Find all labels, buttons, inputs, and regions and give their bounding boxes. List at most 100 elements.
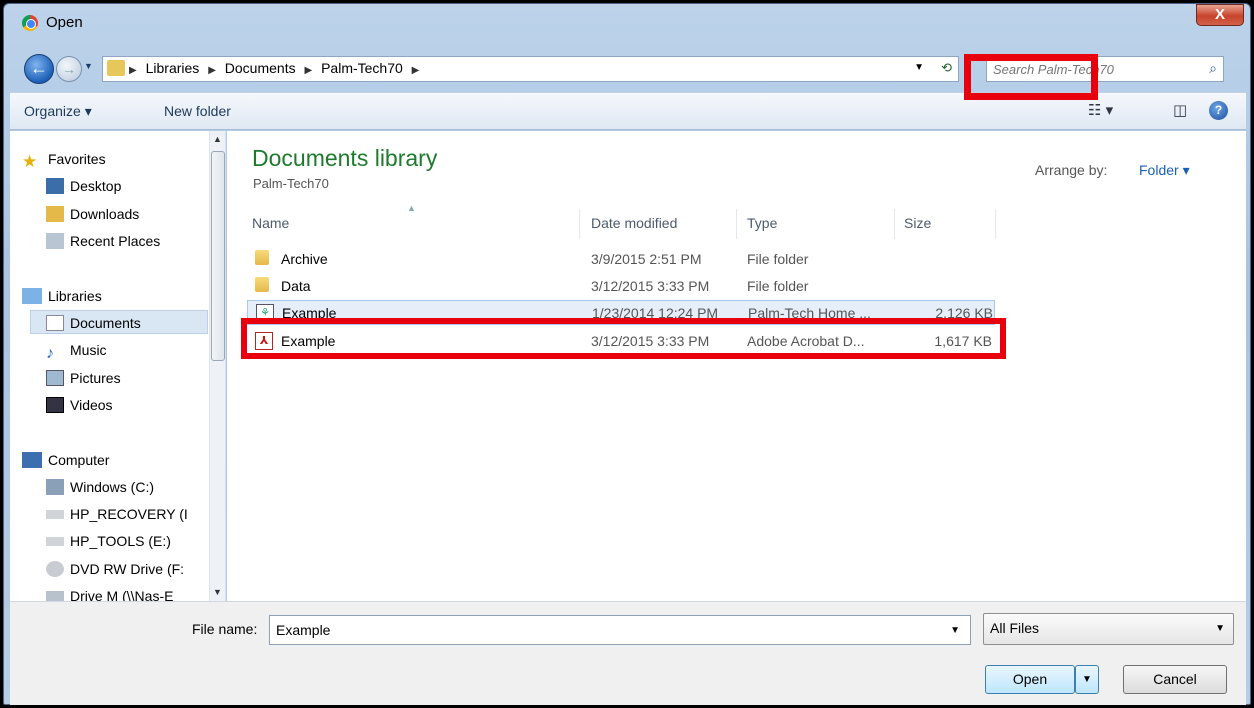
file-name-field[interactable]: ▼ [269,615,971,645]
column-divider[interactable] [579,209,580,239]
breadcrumb-separator[interactable]: ▶ [208,65,216,76]
column-header-date[interactable]: Date modified [591,215,677,231]
file-name: Example [282,305,337,321]
documents-icon [46,315,64,331]
file-size: 2,126 KB [935,305,993,321]
file-name-input[interactable] [276,622,916,638]
open-options-dropdown[interactable]: ▼ [1075,665,1099,694]
highlight-box-open-button [964,54,1098,100]
nav-videos[interactable]: Videos [46,397,113,413]
folder-icon [255,250,269,265]
file-type: Adobe Acrobat D... [747,333,865,349]
address-bar[interactable]: ▶ Libraries ▶ Documents ▶ Palm-Tech70 ▶ … [102,56,959,82]
open-dialog: Open X ← → ▼ ▶ Libraries ▶ Documents ▶ P… [3,3,1251,705]
desktop-icon [46,178,64,194]
dialog-footer: File name: ▼ All Files ▼ Open ▼ Cancel [10,601,1246,705]
column-divider[interactable] [894,209,895,239]
nav-scrollbar[interactable]: ▲ ▼ [209,131,225,601]
nav-downloads[interactable]: Downloads [46,206,139,222]
breadcrumb-libraries[interactable]: Libraries [146,60,200,76]
arrange-by-dropdown[interactable]: Folder ▾ [1139,162,1190,179]
column-header-type[interactable]: Type [747,215,777,231]
nav-hp-tools[interactable]: HP_TOOLS (E:) [46,533,171,549]
nav-dvd-drive[interactable]: DVD RW Drive (F: [46,561,184,577]
open-button[interactable]: Open [985,665,1075,694]
address-dropdown[interactable]: ▼ [914,62,924,73]
videos-icon [46,397,64,413]
sort-arrow-icon: ▲ [407,203,416,213]
nav-favorites[interactable]: ★ Favorites [22,151,106,171]
refresh-icon[interactable]: ⟲ [941,60,952,76]
scroll-thumb[interactable] [211,151,225,361]
column-header-name[interactable]: Name [252,215,289,231]
library-title: Documents library [252,145,438,171]
recent-places-icon [46,233,64,249]
column-divider[interactable] [736,209,737,239]
navigation-pane: ★ Favorites Desktop Downloads Recent Plac… [10,131,226,601]
nav-recent-places[interactable]: Recent Places [46,233,160,249]
file-type: File folder [747,251,809,267]
nav-libraries[interactable]: Libraries [22,288,102,304]
recent-pages-dropdown[interactable]: ▼ [84,61,96,75]
forward-button[interactable]: → [56,56,82,82]
new-folder-button[interactable]: New folder [164,103,231,119]
file-date: 3/12/2015 3:33 PM [591,278,710,294]
arrange-by-label: Arrange by: [1035,162,1108,178]
pdf-icon: ⅄ [255,332,273,350]
organize-menu[interactable]: Organize ▾ [24,103,92,120]
pictures-icon [46,370,64,386]
folder-icon [255,277,269,292]
file-date: 3/9/2015 2:51 PM [591,251,702,267]
back-button[interactable]: ← [24,54,54,84]
file-name-label: File name: [192,621,258,637]
computer-icon [22,452,42,468]
nav-hp-recovery[interactable]: HP_RECOVERY (I [46,506,188,522]
scroll-down-arrow[interactable]: ▼ [213,587,222,597]
nav-music[interactable]: ♪ Music [46,342,107,362]
file-type: Palm-Tech Home ... [748,305,871,321]
chevron-down-icon[interactable]: ▼ [1215,623,1225,634]
file-row-data[interactable]: Data 3/12/2015 3:33 PM File folder [247,274,995,299]
drive-icon [46,510,64,519]
nav-drive-m[interactable]: Drive M (\\Nas-E [46,588,173,601]
breadcrumb-separator[interactable]: ▶ [412,65,420,76]
title-bar: Open X [4,4,1250,40]
help-icon[interactable]: ? [1209,101,1228,120]
search-icon[interactable]: ⌕ [1209,60,1217,77]
chrome-icon [22,15,38,31]
preview-pane-icon[interactable]: ◫ [1173,101,1187,119]
close-button[interactable]: X [1196,4,1244,26]
cancel-button[interactable]: Cancel [1123,665,1227,694]
nav-pictures[interactable]: Pictures [46,370,121,386]
breadcrumb-documents[interactable]: Documents [225,60,296,76]
nav-desktop[interactable]: Desktop [46,178,121,194]
file-row-archive[interactable]: Archive 3/9/2015 2:51 PM File folder [247,247,995,272]
dvd-drive-icon [46,561,64,577]
nav-documents[interactable]: Documents [46,315,141,331]
file-name: Archive [281,251,328,267]
column-header-size[interactable]: Size [904,215,931,231]
file-list-pane: Documents library Palm-Tech70 Arrange by… [227,131,1246,601]
network-drive-icon [46,591,64,601]
file-type: File folder [747,278,809,294]
chevron-down-icon[interactable]: ▼ [950,625,960,636]
file-name: Example [281,333,336,349]
file-type-filter-value: All Files [990,620,1040,636]
downloads-icon [46,206,64,222]
file-type-filter[interactable]: All Files ▼ [983,613,1234,645]
nav-computer[interactable]: Computer [22,452,109,468]
breadcrumb-palm-tech70[interactable]: Palm-Tech70 [321,60,403,76]
breadcrumb-separator[interactable]: ▶ [129,65,137,76]
nav-windows-c[interactable]: Windows (C:) [46,479,154,495]
view-options-icon[interactable]: ☷ ▾ [1088,101,1113,119]
file-size: 1,617 KB [934,333,992,349]
column-divider[interactable] [995,209,996,239]
file-row-example-palmtech[interactable]: ⚘ Example 1/23/2014 12:24 PM Palm-Tech H… [247,300,995,325]
window-title: Open [46,14,83,31]
libraries-icon [22,288,42,304]
file-date: 3/12/2015 3:33 PM [591,333,710,349]
file-row-example-pdf[interactable]: ⅄ Example 3/12/2015 3:33 PM Adobe Acroba… [247,329,995,354]
file-date: 1/23/2014 12:24 PM [592,305,719,321]
scroll-up-arrow[interactable]: ▲ [213,134,222,144]
breadcrumb-separator[interactable]: ▶ [304,65,312,76]
